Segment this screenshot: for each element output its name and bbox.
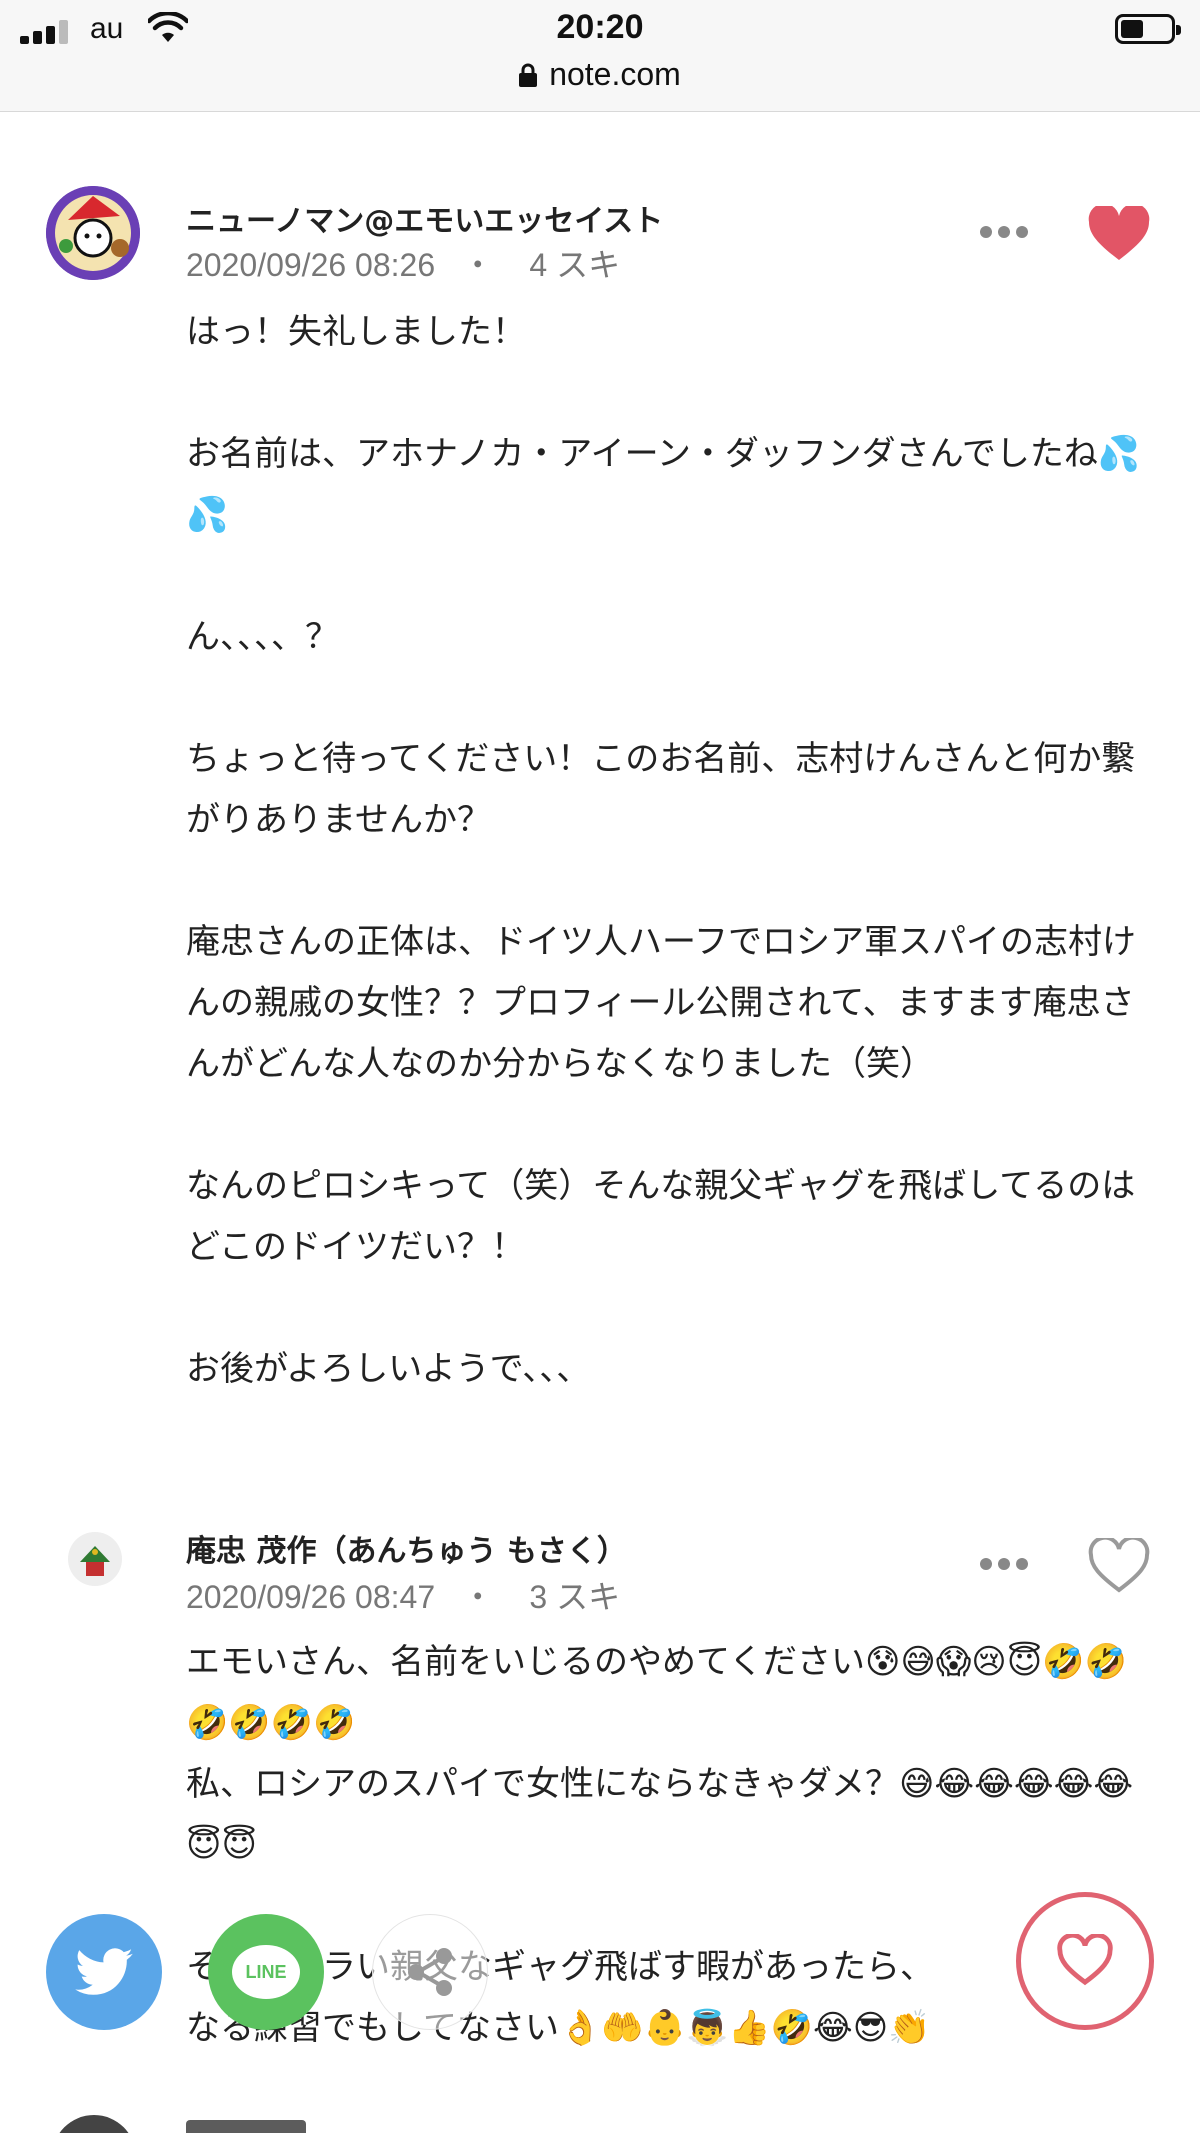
line-label: LINE <box>245 1961 287 1982</box>
heart-icon[interactable] <box>1088 206 1150 262</box>
heart-icon[interactable] <box>1088 1538 1150 1594</box>
address-domain: note.com <box>549 56 681 92</box>
avatar[interactable] <box>52 2115 136 2133</box>
comment-date: 2020/09/26 08:26 <box>186 247 436 283</box>
twitter-icon <box>75 1948 133 1995</box>
comment-like-count[interactable]: 3 スキ <box>529 1579 620 1615</box>
comment-meta: 2020/09/26 08:47 ・ 3 スキ <box>186 1572 620 1618</box>
more-icon[interactable] <box>980 226 1028 240</box>
more-icon[interactable] <box>980 1558 1028 1572</box>
line-share-button[interactable]: LINE <box>208 1914 324 2030</box>
comment-text: エモいさん、名前をいじるのやめてください😰😅😱😢😇🤣🤣🤣🤣🤣🤣 私、ロシアのスパ… <box>186 1642 1134 2048</box>
comment-body: はっ！失礼しました！ お名前は、アホナノカ・アイーン・ダッフンダさんでしたね💦💦… <box>186 302 1146 1400</box>
lock-icon <box>519 58 538 87</box>
meta-separator: ・ <box>444 247 521 283</box>
share-icon <box>408 1948 452 1996</box>
comment-body: エモいさん、名前をいじるのやめてください😰😅😱😢😇🤣🤣🤣🤣🤣🤣 私、ロシアのスパ… <box>186 1632 1146 2059</box>
article-like-button[interactable] <box>1016 1892 1154 2030</box>
browser-top-bar: au 20:20 note.com <box>0 0 1200 112</box>
status-time: 20:20 <box>556 8 644 46</box>
share-button[interactable] <box>372 1914 488 2030</box>
avatar[interactable] <box>46 186 140 280</box>
battery-icon <box>1115 14 1181 44</box>
avatar[interactable] <box>68 1532 122 1586</box>
comment-text: はっ！失礼しました！ お名前は、アホナノカ・アイーン・ダッフンダさんでしたね💦💦… <box>186 312 1141 1389</box>
line-icon: LINE <box>232 1945 300 1999</box>
comment-author[interactable]: ニューノマン@エモいエッセイスト <box>186 196 663 240</box>
comment-author-peek <box>186 2120 306 2133</box>
comment-like-count[interactable]: 4 スキ <box>529 247 620 283</box>
comment-meta: 2020/09/26 08:26 ・ 4 スキ <box>186 240 620 286</box>
comment-date: 2020/09/26 08:47 <box>186 1579 436 1615</box>
twitter-share-button[interactable] <box>46 1914 162 2030</box>
address-bar[interactable]: note.com <box>0 56 1200 93</box>
comment-author[interactable]: 庵忠 茂作（あんちゅう もさく） <box>186 1526 627 1570</box>
meta-separator: ・ <box>444 1579 521 1615</box>
heart-icon <box>1057 1934 1113 1986</box>
